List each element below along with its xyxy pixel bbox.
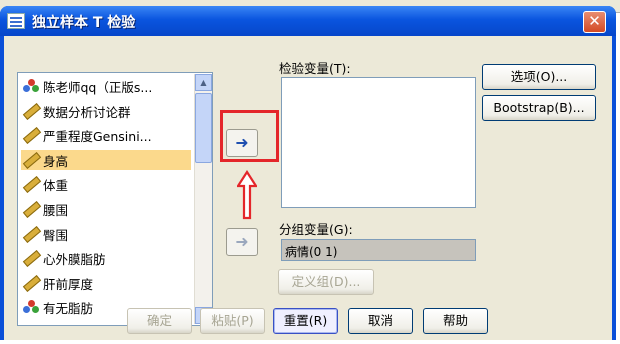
dialog-window: 独立样本 T 检验 ✕ 陈老师qq（正版s... 数据分析讨论群严重程度Gensi… bbox=[0, 6, 616, 340]
scale-variable-icon bbox=[22, 201, 42, 218]
nominal-variable-icon bbox=[23, 79, 39, 93]
variable-label: 臀围 bbox=[43, 227, 69, 243]
variable-list-item[interactable]: 严重程度Gensini... bbox=[21, 125, 191, 145]
variable-list-item[interactable]: 陈老师qq（正版s... bbox=[21, 76, 191, 96]
test-variables-list[interactable] bbox=[281, 77, 476, 208]
variable-list-item[interactable]: 心外膜脂肪 bbox=[21, 248, 191, 268]
paste-button[interactable]: 粘贴(P) bbox=[200, 308, 265, 334]
define-groups-button[interactable]: 定义组(D)... bbox=[278, 269, 374, 295]
variable-label: 体重 bbox=[43, 178, 69, 194]
variable-list-item[interactable]: 身高 bbox=[21, 149, 191, 170]
dialog-body: 陈老师qq（正版s... 数据分析讨论群严重程度Gensini... 身高体重腰围臀… bbox=[4, 36, 612, 340]
variable-label: 身高 bbox=[43, 153, 69, 169]
grouping-variable-value: 病情(0 1) bbox=[285, 245, 338, 259]
variable-list-item[interactable]: 数据分析讨论群 bbox=[21, 101, 191, 121]
options-button[interactable]: 选项(O)... bbox=[482, 64, 596, 90]
scale-variable-icon bbox=[22, 176, 42, 194]
reset-button[interactable]: 重置(R) bbox=[273, 308, 338, 334]
scale-variable-icon bbox=[22, 102, 42, 120]
variable-label: 心外膜脂肪 bbox=[43, 252, 106, 268]
variable-list-scrollbar[interactable]: ▲ ▼ bbox=[194, 74, 212, 324]
title-bar[interactable]: 独立样本 T 检验 ✕ bbox=[0, 6, 616, 36]
cancel-button[interactable]: 取消 bbox=[348, 308, 413, 334]
variable-list-item[interactable]: 体重 bbox=[21, 174, 191, 194]
grouping-variable-label: 分组变量(G): bbox=[279, 222, 353, 237]
scale-variable-icon bbox=[22, 127, 42, 145]
help-button[interactable]: 帮助 bbox=[423, 308, 488, 334]
variable-list-item[interactable]: 腰围 bbox=[21, 199, 191, 219]
variable-list-item[interactable]: 肝前厚度 bbox=[21, 273, 191, 293]
arrow-right-icon: ➜ bbox=[235, 232, 249, 251]
annotation-highlight-box bbox=[220, 110, 279, 162]
scroll-up-icon[interactable]: ▲ bbox=[195, 74, 212, 91]
scale-variable-icon bbox=[22, 274, 42, 292]
variable-list-item[interactable]: 臀围 bbox=[21, 224, 191, 244]
move-to-grouping-variable-button[interactable]: ➜ bbox=[226, 228, 258, 256]
ok-button[interactable]: 确定 bbox=[127, 308, 192, 334]
scale-variable-icon bbox=[22, 151, 42, 169]
nominal-variable-icon bbox=[23, 300, 39, 314]
dialog-app-icon bbox=[7, 13, 25, 29]
close-icon: ✕ bbox=[588, 12, 601, 30]
scroll-thumb[interactable] bbox=[195, 93, 212, 163]
grouping-variable-field[interactable]: 病情(0 1) bbox=[281, 239, 476, 261]
variable-label: 陈老师qq（正版s... bbox=[43, 80, 153, 95]
variable-label: 数据分析讨论群 bbox=[43, 104, 131, 120]
scale-variable-icon bbox=[22, 225, 42, 243]
variable-label: 肝前厚度 bbox=[43, 276, 94, 292]
bootstrap-button[interactable]: Bootstrap(B)... bbox=[482, 95, 596, 121]
close-button[interactable]: ✕ bbox=[583, 11, 606, 33]
variable-label: 有无脂肪 bbox=[43, 301, 94, 317]
test-variables-label: 检验变量(T): bbox=[279, 61, 351, 76]
arrow-up-icon bbox=[237, 170, 257, 220]
source-variable-list[interactable]: 陈老师qq（正版s... 数据分析讨论群严重程度Gensini... 身高体重腰围臀… bbox=[17, 72, 213, 326]
scale-variable-icon bbox=[22, 250, 42, 268]
dialog-title: 独立样本 T 检验 bbox=[32, 15, 136, 31]
variable-label: 严重程度Gensini... bbox=[43, 129, 152, 145]
variable-label: 腰围 bbox=[43, 203, 69, 218]
